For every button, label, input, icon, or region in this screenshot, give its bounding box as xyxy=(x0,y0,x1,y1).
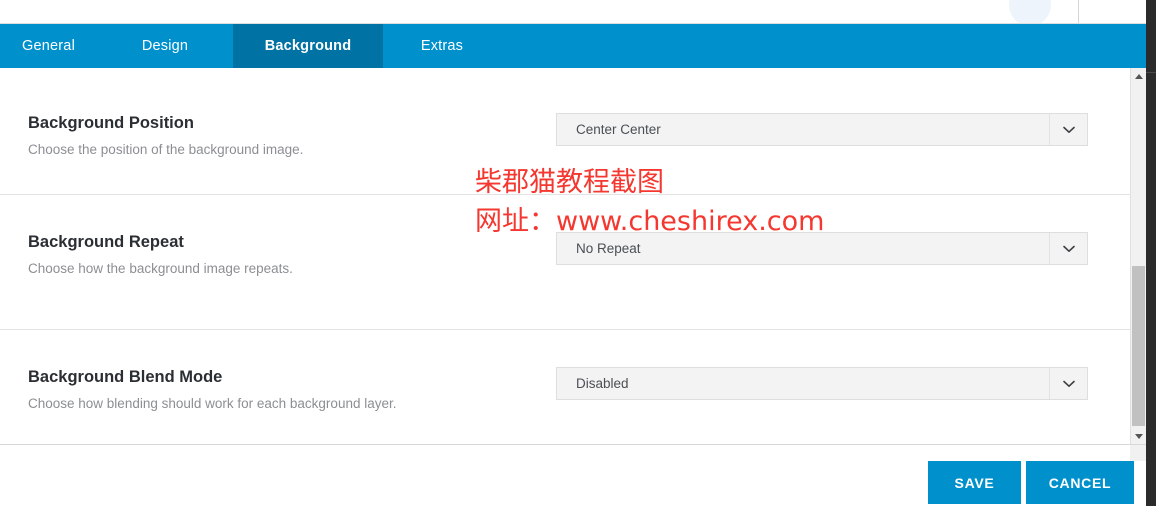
background-blend-mode-value: Disabled xyxy=(576,376,629,391)
setting-description: Choose how the background image repeats. xyxy=(28,261,293,276)
triangle-down-icon xyxy=(1134,433,1143,439)
setting-title: Background Repeat xyxy=(28,233,184,251)
background-position-value: Center Center xyxy=(576,122,661,137)
setting-description: Choose the position of the background im… xyxy=(28,142,304,157)
tab-background-label: Background xyxy=(264,38,352,54)
scrollbar-footer-strip xyxy=(1130,445,1146,461)
setting-title: Background Position xyxy=(28,114,194,132)
setting-label-group: Background Position Choose the position … xyxy=(28,113,303,159)
settings-tabbar: General Design Background Extras xyxy=(0,24,1146,68)
avatar-circle xyxy=(1009,0,1051,23)
tab-design[interactable]: Design xyxy=(97,24,233,68)
setting-row-background-blend-mode: Background Blend Mode Choose how blendin… xyxy=(0,330,1130,444)
background-repeat-value: No Repeat xyxy=(576,241,641,256)
setting-label-group: Background Repeat Choose how the backgro… xyxy=(28,232,293,278)
modal-footer: SAVE CANCEL xyxy=(0,444,1146,506)
background-repeat-select[interactable]: No Repeat xyxy=(556,232,1088,265)
tab-general[interactable]: General xyxy=(0,24,97,68)
browser-chrome-edge-seam xyxy=(1146,72,1156,73)
chevron-down-icon xyxy=(1049,114,1087,145)
chevron-down-icon xyxy=(1049,233,1087,264)
setting-label-group: Background Blend Mode Choose how blendin… xyxy=(28,367,396,413)
save-button[interactable]: SAVE xyxy=(928,461,1021,504)
tab-design-label: Design xyxy=(141,38,189,54)
background-position-select[interactable]: Center Center xyxy=(556,113,1088,146)
setting-row-background-repeat: Background Repeat Choose how the backgro… xyxy=(0,195,1130,330)
triangle-up-icon xyxy=(1134,73,1143,79)
scrollbar-up-button[interactable] xyxy=(1131,68,1146,84)
header-divider xyxy=(1078,0,1079,23)
panel-scrollbar[interactable] xyxy=(1130,68,1146,444)
tab-background[interactable]: Background xyxy=(233,24,383,68)
scrollbar-down-button[interactable] xyxy=(1131,428,1146,444)
setting-title: Background Blend Mode xyxy=(28,368,223,386)
background-blend-mode-select[interactable]: Disabled xyxy=(556,367,1088,400)
browser-chrome-edge xyxy=(1146,0,1156,506)
cancel-button[interactable]: CANCEL xyxy=(1026,461,1134,504)
chevron-down-icon xyxy=(1049,368,1087,399)
tab-extras-label: Extras xyxy=(420,38,464,54)
modal-header-sliver xyxy=(0,0,1146,24)
tab-general-label: General xyxy=(22,38,75,54)
scrollbar-thumb[interactable] xyxy=(1132,266,1145,426)
setting-description: Choose how blending should work for each… xyxy=(28,396,397,411)
settings-panel: Background Position Choose the position … xyxy=(0,68,1130,444)
tab-extras[interactable]: Extras xyxy=(383,24,501,68)
settings-modal: General Design Background Extras Backgro… xyxy=(0,0,1156,506)
setting-row-background-position: Background Position Choose the position … xyxy=(0,68,1130,195)
